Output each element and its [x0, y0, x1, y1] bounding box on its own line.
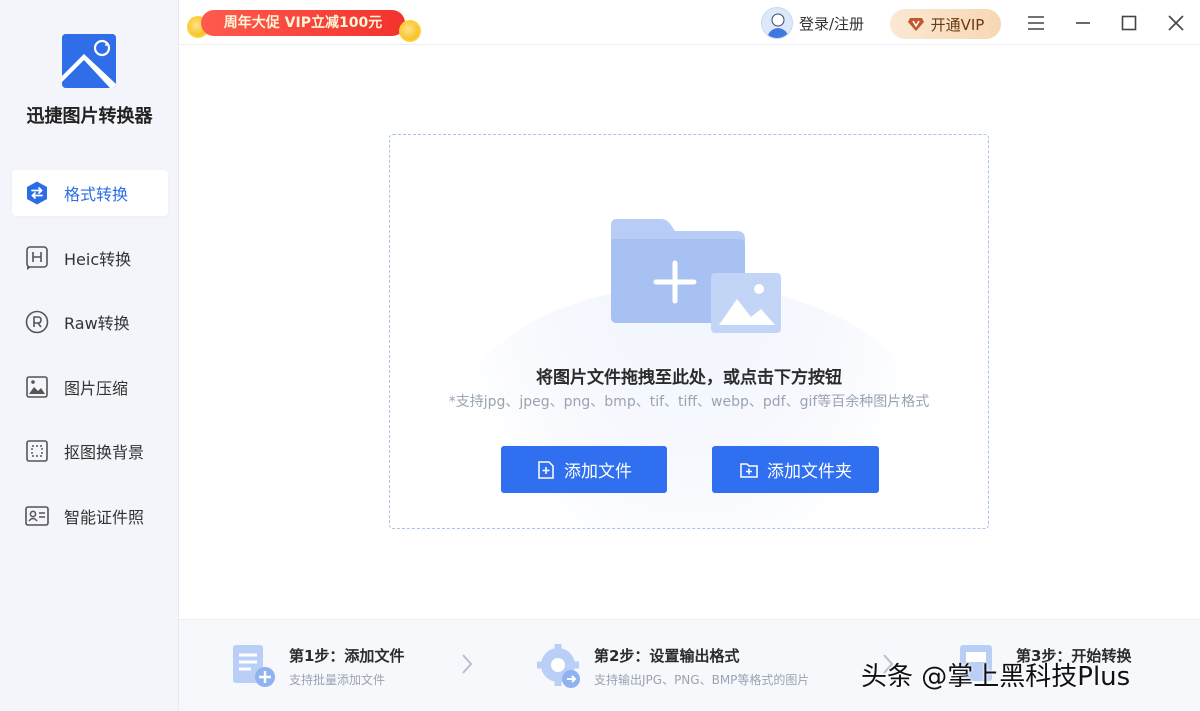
add-file-label: 添加文件	[564, 462, 632, 482]
supported-formats: *支持jpg、jpeg、png、bmp、tif、tiff、webp、pdf、gi…	[448, 394, 930, 410]
sidebar-item-label: 抠图换背景	[64, 443, 145, 462]
sidebar: 迅捷图片转换器 格式转换 Heic转换 Raw转换 图片压缩 抠图换背景 智能证…	[0, 0, 179, 711]
swap-arrows-icon	[24, 180, 50, 206]
heic-icon	[24, 245, 50, 271]
sidebar-item-heic[interactable]: Heic转换	[12, 235, 168, 281]
avatar	[761, 7, 793, 39]
step-desc: 支持输出JPG、PNG、BMP等格式的图片	[594, 673, 810, 687]
open-vip-button[interactable]: 开通VIP	[890, 9, 1001, 39]
folder-add-illustration	[611, 219, 781, 333]
add-folder-label: 添加文件夹	[767, 462, 852, 482]
step-title: 第2步：设置输出格式	[594, 647, 740, 665]
chevron-right-icon	[462, 654, 473, 674]
step-title: 第1步：添加文件	[289, 647, 405, 665]
minimize-icon[interactable]	[1068, 8, 1098, 38]
add-document-icon	[233, 645, 275, 687]
step-desc: 支持批量添加文件	[289, 673, 386, 687]
maximize-icon[interactable]	[1114, 8, 1144, 38]
menu-icon[interactable]	[1021, 8, 1051, 38]
coin-icon	[399, 20, 421, 42]
folder-plus-icon	[740, 462, 758, 478]
file-plus-icon	[538, 460, 554, 479]
sidebar-item-id-photo[interactable]: 智能证件照	[12, 493, 168, 539]
promo-banner[interactable]: 周年大促 VIP立减100元	[187, 8, 421, 42]
drop-title: 将图片文件拖拽至此处，或点击下方按钮	[536, 368, 842, 388]
sidebar-item-label: 图片压缩	[64, 378, 129, 398]
close-icon[interactable]	[1161, 8, 1191, 38]
vip-label: 开通VIP	[930, 15, 985, 34]
sidebar-item-image-compress[interactable]: 图片压缩	[12, 364, 168, 410]
sidebar-item-label: 格式转换	[64, 185, 129, 204]
id-photo-icon	[24, 503, 50, 529]
sidebar-item-label: Raw转换	[64, 314, 130, 333]
add-folder-button[interactable]: 添加文件夹	[712, 446, 879, 493]
file-drop-zone[interactable]: 将图片文件拖拽至此处，或点击下方按钮 *支持jpg、jpeg、png、bmp、t…	[389, 134, 989, 529]
vip-diamond-icon	[907, 18, 924, 31]
sidebar-item-raw[interactable]: Raw转换	[12, 299, 168, 345]
top-bar: 周年大促 VIP立减100元 登录/注册 开通VIP	[179, 0, 1200, 45]
promo-text: 周年大促 VIP立减100元	[201, 10, 405, 36]
image-compress-icon	[24, 374, 50, 400]
add-file-button[interactable]: 添加文件	[501, 446, 667, 493]
sidebar-item-cutout[interactable]: 抠图换背景	[12, 428, 168, 474]
app-name: 迅捷图片转换器	[26, 106, 153, 127]
raw-icon	[24, 309, 50, 335]
sidebar-item-label: Heic转换	[64, 249, 132, 269]
settings-gear-icon	[537, 644, 580, 688]
watermark-text: 头条 @掌上黑科技Plus	[861, 662, 1131, 692]
sidebar-item-label: 智能证件照	[64, 507, 145, 527]
app-logo	[62, 34, 116, 88]
sidebar-item-format-convert[interactable]: 格式转换	[12, 170, 168, 216]
login-label: 登录/注册	[799, 14, 865, 33]
login-register[interactable]: 登录/注册	[761, 6, 864, 40]
sidebar-nav: 格式转换 Heic转换 Raw转换 图片压缩 抠图换背景 智能证件照	[12, 170, 168, 557]
cutout-icon	[24, 438, 50, 464]
